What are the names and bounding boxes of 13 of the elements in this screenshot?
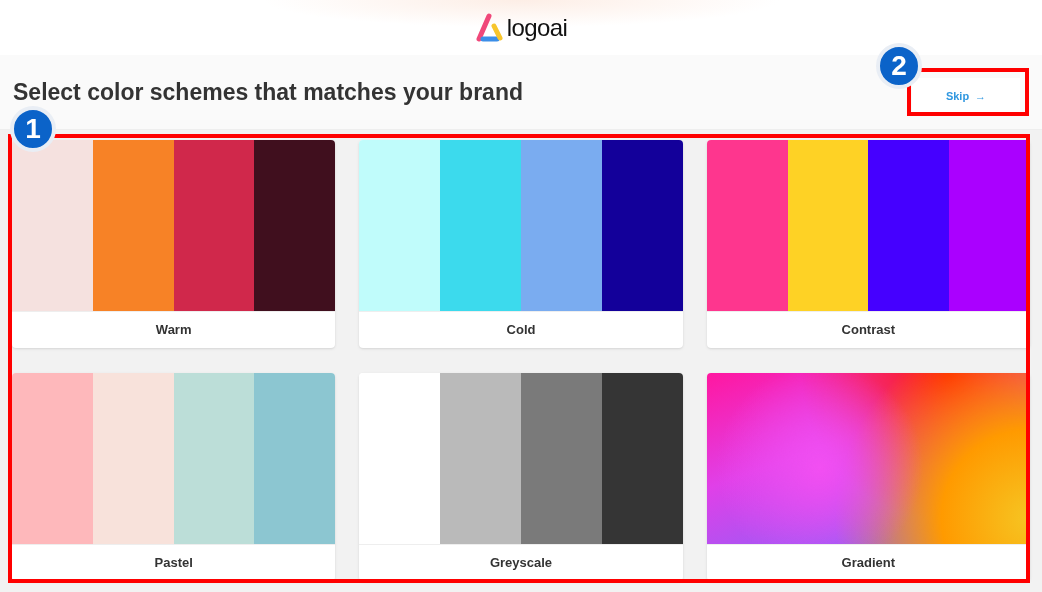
scheme-name: Pastel [12, 544, 336, 581]
scheme-name: Gradient [706, 544, 1030, 581]
scheme-name: Greyscale [359, 544, 683, 581]
page-title: Select color schemes that matches your brand [13, 77, 523, 107]
logo-text: logoai [506, 12, 568, 43]
scheme-name: Contrast [706, 311, 1030, 348]
scheme-name: Cold [359, 311, 683, 348]
logo-icon [474, 12, 505, 43]
scheme-card[interactable]: Pastel [12, 373, 336, 581]
scheme-card[interactable]: Warm [12, 140, 336, 348]
scheme-card[interactable]: Cold [359, 140, 683, 348]
scheme-name: Warm [12, 311, 336, 348]
scheme-card[interactable]: Greyscale [359, 373, 683, 581]
